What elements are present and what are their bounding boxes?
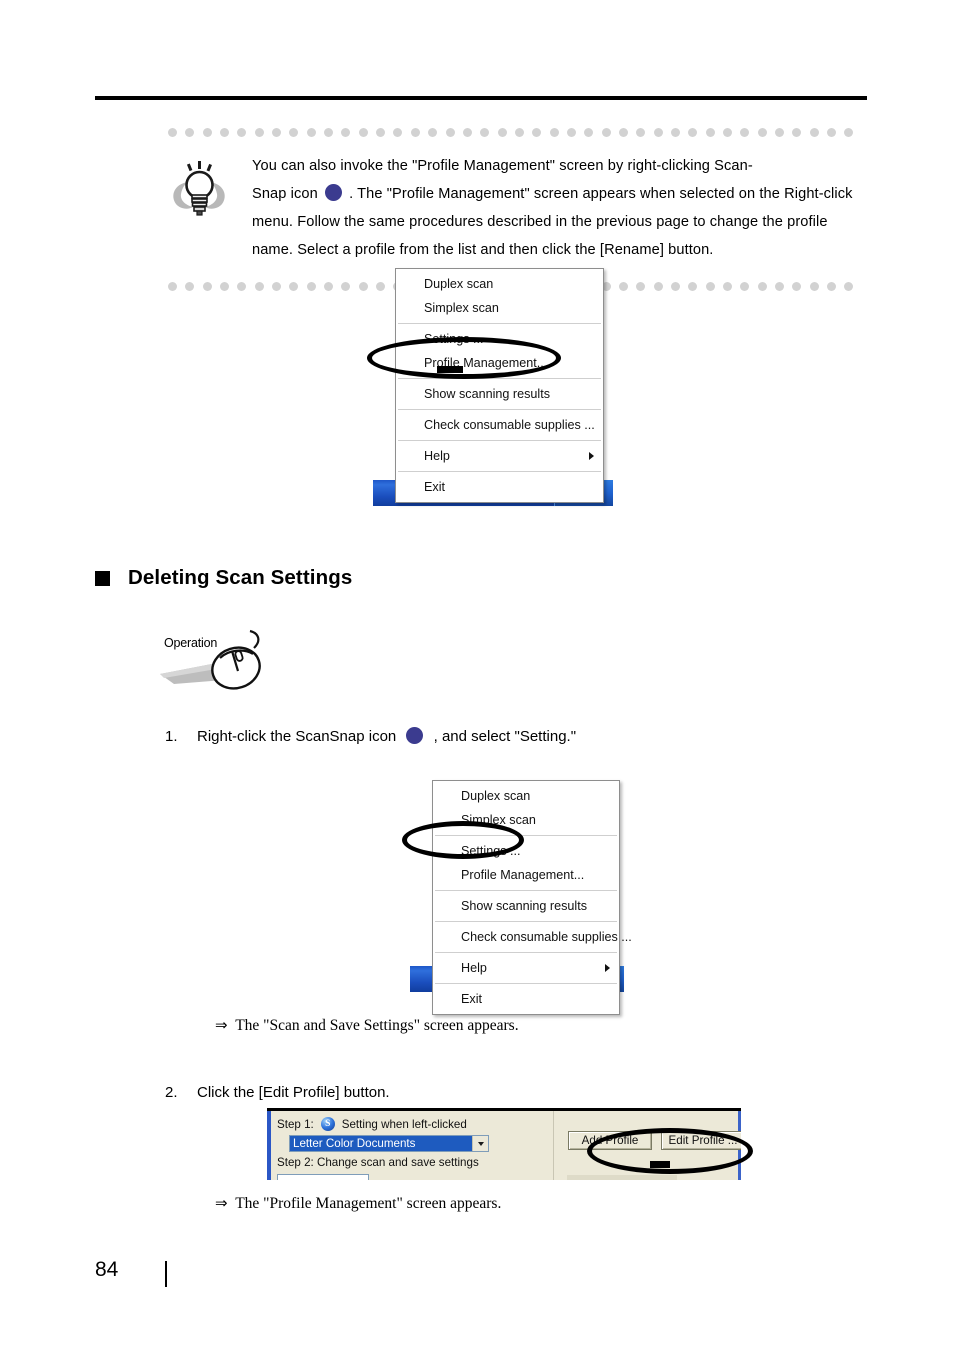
menu-separator xyxy=(398,323,601,324)
menu-item-help-label: Help xyxy=(461,961,487,975)
menu-separator xyxy=(398,409,601,410)
page-number: 84 xyxy=(95,1258,119,1281)
step-2-result-text: The "Profile Management" screen appears. xyxy=(235,1195,502,1212)
tip-text-rest: . The "Profile Management" screen appear… xyxy=(252,186,853,258)
scansnap-s-icon: S xyxy=(320,1117,335,1131)
menu-item-show-scanning-results[interactable]: Show scanning results xyxy=(433,894,619,918)
screenshot-scan-save-settings-dialog: Step 1: S Setting when left-clicked Lett… xyxy=(267,1108,741,1180)
tip-text-line1: You can also invoke the "Profile Managem… xyxy=(252,158,753,174)
dialog-partial-field-below xyxy=(277,1174,369,1180)
step-1-text-after: , and select "Setting." xyxy=(433,728,577,745)
step-1-number: 1. xyxy=(165,728,178,745)
menu-item-exit[interactable]: Exit xyxy=(433,987,619,1011)
menu-item-duplex-scan[interactable]: Duplex scan xyxy=(433,784,619,808)
dialog-top-edge xyxy=(385,1108,685,1111)
menu-separator xyxy=(398,471,601,472)
menu-separator xyxy=(435,890,617,891)
step-1-result-text: The "Scan and Save Settings" screen appe… xyxy=(235,1017,519,1034)
step-1-result: ⇒ The "Scan and Save Settings" screen ap… xyxy=(215,1014,519,1037)
menu-separator xyxy=(435,835,617,836)
menu-item-profile-management[interactable]: Profile Management... xyxy=(433,863,619,887)
step-2-result: ⇒ The "Profile Management" screen appear… xyxy=(215,1192,501,1215)
dialog-step2-text: Step 2: Change scan and save settings xyxy=(277,1156,479,1169)
menu-item-help[interactable]: Help xyxy=(396,444,603,468)
chevron-right-icon xyxy=(589,452,594,460)
dialog-step1-text: Setting when left-clicked xyxy=(341,1117,467,1131)
square-bullet-icon xyxy=(95,570,110,586)
header-rule xyxy=(95,96,867,100)
step-1-text-before: Right-click the ScanSnap icon xyxy=(197,728,397,745)
profile-select-value: Letter Color Documents xyxy=(290,1136,472,1151)
chevron-right-icon xyxy=(605,964,610,972)
menu-item-help-label: Help xyxy=(424,449,450,463)
menu-item-exit[interactable]: Exit xyxy=(396,475,603,499)
step-1: 1. Right-click the ScanSnap icon , and s… xyxy=(165,726,785,748)
menu-item-simplex-scan[interactable]: Simplex scan xyxy=(396,296,603,320)
dialog-left-edge xyxy=(267,1111,271,1180)
scansnap-context-menu-1[interactable]: Duplex scan Simplex scan Settings ... Pr… xyxy=(395,268,604,503)
dialog-step1-label: Step 1: xyxy=(277,1117,314,1131)
menu-item-duplex-scan[interactable]: Duplex scan xyxy=(396,272,603,296)
menu-separator xyxy=(398,378,601,379)
dialog-button-group: Add Profile Edit Profile ... xyxy=(568,1131,741,1150)
lightbulb-icon xyxy=(168,152,252,264)
dialog-step2-row: Step 2: Change scan and save settings xyxy=(277,1156,735,1169)
chevron-down-icon[interactable] xyxy=(472,1136,488,1151)
menu-separator xyxy=(435,952,617,953)
double-arrow-icon: ⇒ xyxy=(215,1016,228,1034)
dialog-step1-row: Step 1: S Setting when left-clicked xyxy=(277,1116,735,1132)
scansnap-context-menu-2[interactable]: Duplex scan Simplex scan Settings ... Pr… xyxy=(432,780,632,1015)
step-1-text: Right-click the ScanSnap icon , and sele… xyxy=(197,726,576,748)
screenshot-context-menu-2: ‹ S Duplex scan Simplex scan Settings ..… xyxy=(402,780,632,1015)
scansnap-icon xyxy=(324,184,342,201)
menu-item-profile-management[interactable]: Profile Management... xyxy=(396,351,603,375)
menu-item-check-consumable-supplies[interactable]: Check consumable supplies ... xyxy=(396,413,603,437)
footer-divider xyxy=(165,1261,167,1287)
edit-profile-button[interactable]: Edit Profile ... xyxy=(661,1131,741,1150)
menu-item-settings[interactable]: Settings ... xyxy=(433,839,619,863)
operation-badge: Operation xyxy=(158,628,278,694)
menu-item-show-scanning-results[interactable]: Show scanning results xyxy=(396,382,603,406)
screenshot-context-menu-1: ‹ S Duplex scan Simplex scan Settings ..… xyxy=(367,268,613,506)
menu-item-settings[interactable]: Settings ... xyxy=(396,327,603,351)
step-2-text: Click the [Edit Profile] button. xyxy=(197,1084,390,1101)
menu-item-simplex-scan[interactable]: Simplex scan xyxy=(433,808,619,832)
tip-dotted-border-top xyxy=(168,126,854,138)
menu-separator xyxy=(398,440,601,441)
section-title: Deleting Scan Settings xyxy=(128,566,353,589)
menu-item-check-consumable-supplies[interactable]: Check consumable supplies ... xyxy=(433,925,632,949)
step-2-number: 2. xyxy=(165,1084,178,1101)
scansnap-icon xyxy=(406,727,424,744)
tip-text-line2: Snap icon xyxy=(252,186,318,202)
profile-select[interactable]: Letter Color Documents xyxy=(289,1135,489,1152)
step-2: 2. Click the [Edit Profile] button. xyxy=(165,1082,785,1104)
add-profile-button[interactable]: Add Profile xyxy=(568,1131,652,1150)
operation-label: Operation xyxy=(164,636,218,650)
menu-separator xyxy=(435,983,617,984)
tip-body: You can also invoke the "Profile Managem… xyxy=(168,138,854,274)
menu-item-help[interactable]: Help xyxy=(433,956,619,980)
tip-text: You can also invoke the "Profile Managem… xyxy=(252,152,854,264)
section-heading: Deleting Scan Settings xyxy=(95,566,352,590)
dialog-partial-area-below xyxy=(567,1175,677,1180)
menu-separator xyxy=(435,921,617,922)
double-arrow-icon: ⇒ xyxy=(215,1194,228,1212)
